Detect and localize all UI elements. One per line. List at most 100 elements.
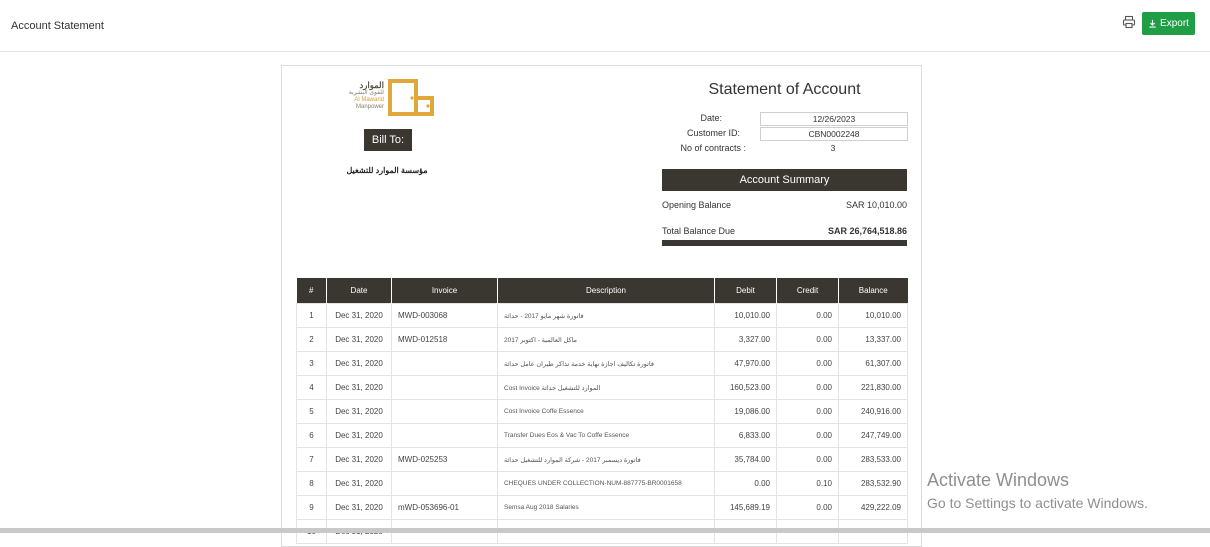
row-debit: 47,970.00: [714, 351, 777, 376]
bill-to-company: مؤسسة الموارد للتشغيل: [346, 166, 428, 175]
row-description: Cost Invoice الموارد للتشغيل حداثة: [497, 375, 715, 400]
export-label: Export: [1160, 18, 1189, 29]
statement-title: Statement of Account: [708, 81, 861, 98]
row-number: 3: [296, 351, 327, 376]
row-balance: 247,749.00: [838, 423, 908, 448]
row-credit: 0.00: [776, 351, 839, 376]
table-row: 2 Dec 31, 2020 MWD-012518 ماكل العالمية …: [296, 327, 908, 352]
row-description: فاتورة تكاليف اجازة نهاية خدمة تذاكر طير…: [497, 351, 715, 376]
row-number: 4: [296, 375, 327, 400]
activate-windows-subtitle: Go to Settings to activate Windows.: [927, 495, 1148, 511]
column-header: Credit: [776, 278, 839, 304]
row-number: 5: [296, 399, 327, 424]
row-date: Dec 31, 2020: [326, 471, 392, 496]
export-button[interactable]: Export: [1142, 12, 1195, 35]
table-row: 7 Dec 31, 2020 MWD-025253 فاتورة ديسمبر …: [296, 447, 908, 472]
row-invoice: [391, 471, 498, 496]
row-date: Dec 31, 2020: [326, 399, 392, 424]
horizontal-scrollbar[interactable]: [0, 528, 1210, 533]
row-number: 1: [296, 303, 327, 328]
opening-balance-row: Opening Balance SAR 10,010.00: [662, 200, 907, 210]
page-title: Account Statement: [11, 20, 104, 32]
row-credit: 0.00: [776, 495, 839, 520]
row-number: 9: [296, 495, 327, 520]
row-date: Dec 31, 2020: [326, 447, 392, 472]
opening-balance-label: Opening Balance: [662, 200, 732, 210]
row-description: Semsa Aug 2018 Salaries: [497, 495, 715, 520]
table-row: 3 Dec 31, 2020 فاتورة تكاليف اجازة نهاية…: [296, 351, 908, 376]
table-row: 6 Dec 31, 2020 Transfer Dues Eos & Vac T…: [296, 423, 908, 448]
row-credit: 0.00: [776, 447, 839, 472]
row-credit: 0.00: [776, 375, 839, 400]
row-credit: 0.00: [776, 303, 839, 328]
download-icon: [1149, 19, 1156, 28]
row-balance: 240,916.00: [838, 399, 908, 424]
row-debit: 160,523.00: [714, 375, 777, 400]
row-number: 7: [296, 447, 327, 472]
row-debit: 3,327.00: [714, 327, 777, 352]
table-row: 4 Dec 31, 2020 Cost Invoice الموارد للتش…: [296, 375, 908, 400]
row-description: CHEQUES UNDER COLLECTION-NUM-887775-BR00…: [497, 471, 715, 496]
column-header: Date: [326, 278, 392, 304]
statement-document: الموارد للقوى البشرية Al Mawarid Manpowe…: [281, 65, 922, 547]
row-date: Dec 31, 2020: [326, 303, 392, 328]
table-row: 1 Dec 31, 2020 MWD-003068 فاتورة شهر ماي…: [296, 303, 908, 328]
row-debit: 19,086.00: [714, 399, 777, 424]
row-number: 2: [296, 327, 327, 352]
top-bar: Account Statement Export: [0, 0, 1210, 52]
row-description: Transfer Dues Eos & Vac To Coffe Essence: [497, 423, 715, 448]
row-credit: 0.10: [776, 471, 839, 496]
logo-text: الموارد للقوى البشرية Al Mawarid Manpowe…: [348, 80, 384, 111]
row-credit: 0.00: [776, 423, 839, 448]
row-credit: 0.00: [776, 399, 839, 424]
printer-icon[interactable]: [1122, 15, 1136, 29]
row-invoice: [391, 351, 498, 376]
row-balance: 221,830.00: [838, 375, 908, 400]
row-balance: 10,010.00: [838, 303, 908, 328]
row-invoice: [391, 423, 498, 448]
row-debit: 6,833.00: [714, 423, 777, 448]
column-header: Invoice: [391, 278, 498, 304]
table-row: 8 Dec 31, 2020 CHEQUES UNDER COLLECTION-…: [296, 471, 908, 496]
column-header: Debit: [714, 278, 777, 304]
customer-id-label: Customer ID:: [686, 128, 740, 138]
total-balance-value: SAR 26,764,518.86: [827, 226, 907, 236]
contracts-label: No of contracts :: [680, 143, 746, 153]
account-summary-header: Account Summary: [662, 169, 907, 191]
date-label: Date:: [700, 113, 722, 123]
column-header: Description: [497, 278, 715, 304]
bill-to-label: Bill To:: [364, 129, 412, 151]
total-balance-label: Total Balance Due: [662, 226, 736, 236]
table-row: 5 Dec 31, 2020 Cost Invoice Coffe Essenc…: [296, 399, 908, 424]
ledger-table: # Date Invoice Description Debit Credit …: [296, 278, 908, 544]
row-date: Dec 31, 2020: [326, 351, 392, 376]
row-date: Dec 31, 2020: [326, 495, 392, 520]
row-balance: 61,307.00: [838, 351, 908, 376]
contracts-value: 3: [830, 143, 836, 153]
row-balance: 13,337.00: [838, 327, 908, 352]
row-debit: 10,010.00: [714, 303, 777, 328]
row-balance: 429,222.09: [838, 495, 908, 520]
row-invoice: MWD-003068: [391, 303, 498, 328]
row-debit: 145,689.19: [714, 495, 777, 520]
row-invoice: MWD-012518: [391, 327, 498, 352]
row-debit: 0.00: [714, 471, 777, 496]
table-header-row: # Date Invoice Description Debit Credit …: [296, 278, 908, 304]
column-header: Balance: [838, 278, 908, 304]
row-balance: 283,532.90: [838, 471, 908, 496]
row-invoice: MWD-025253: [391, 447, 498, 472]
row-invoice: [391, 399, 498, 424]
row-description: ماكل العالمية - اكتوبر 2017: [497, 327, 715, 352]
table-row: 9 Dec 31, 2020 mWD-053696-01 Semsa Aug 2…: [296, 495, 908, 520]
date-value: 12/26/2023: [760, 112, 908, 126]
opening-balance-value: SAR 10,010.00: [845, 200, 907, 210]
company-logo: الموارد للقوى البشرية Al Mawarid Manpowe…: [340, 78, 436, 118]
row-invoice: mWD-053696-01: [391, 495, 498, 520]
activate-windows-title: Activate Windows: [927, 470, 1070, 490]
row-number: 8: [296, 471, 327, 496]
row-balance: 283,533.00: [838, 447, 908, 472]
row-date: Dec 31, 2020: [326, 423, 392, 448]
row-date: Dec 31, 2020: [326, 327, 392, 352]
row-invoice: [391, 375, 498, 400]
row-number: 6: [296, 423, 327, 448]
